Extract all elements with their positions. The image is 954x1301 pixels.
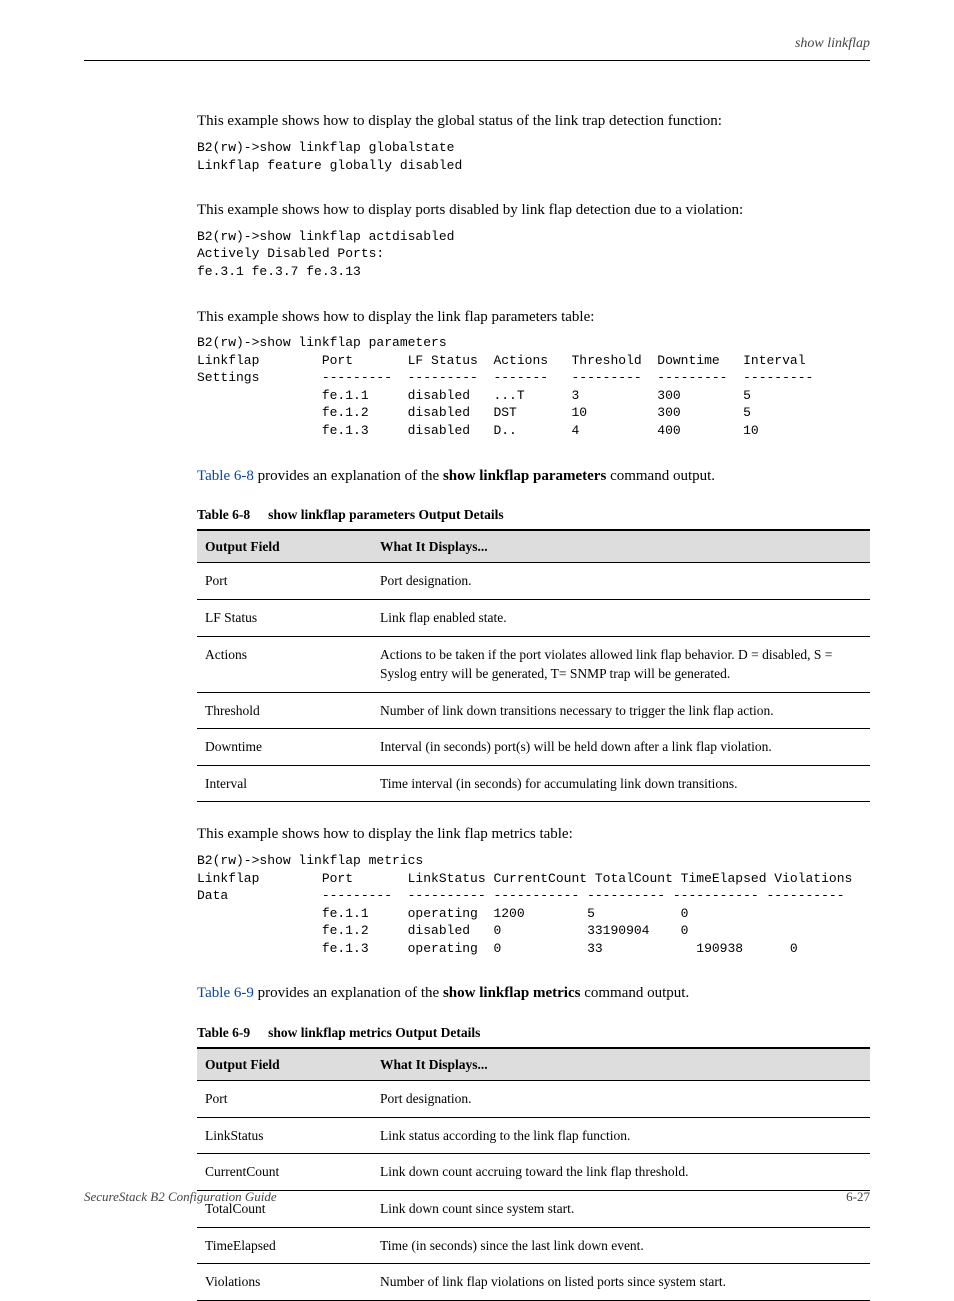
t2-r4-a: TimeElapsed bbox=[197, 1227, 372, 1264]
t1-col1-header: Output Field bbox=[197, 530, 372, 563]
table-row: LF StatusLink flap enabled state. bbox=[197, 600, 870, 637]
bold-cmd-parameters: show linkflap parameters bbox=[443, 468, 606, 484]
parameters-table: Output Field What It Displays... PortPor… bbox=[197, 529, 870, 803]
table-row: CurrentCountLink down count accruing tow… bbox=[197, 1154, 870, 1191]
code-parameters: B2(rw)->show linkflap parameters Linkfla… bbox=[197, 334, 870, 439]
t2-r1-b: Link status according to the link flap f… bbox=[372, 1117, 870, 1154]
footer-page-number: 6-27 bbox=[846, 1188, 870, 1207]
intro-global-status: This example shows how to display the gl… bbox=[197, 111, 870, 133]
t2-r2-b: Link down count accruing toward the link… bbox=[372, 1154, 870, 1191]
t2-r0-a: Port bbox=[197, 1081, 372, 1118]
text-p6b: provides an explanation of the bbox=[254, 985, 443, 1001]
table-6-8-title: Table 6-8 show linkflap parameters Output… bbox=[197, 505, 870, 525]
code-global-status: B2(rw)->show linkflap globalstate Linkfl… bbox=[197, 139, 870, 174]
table-row: PortPort designation. bbox=[197, 563, 870, 600]
link-table-6-9[interactable]: Table 6-9 bbox=[197, 985, 254, 1001]
t1-r0-b: Port designation. bbox=[372, 563, 870, 600]
t1-col2-header: What It Displays... bbox=[372, 530, 870, 563]
t2-r1-a: LinkStatus bbox=[197, 1117, 372, 1154]
table-6-8-titletext: show linkflap parameters Output Details bbox=[268, 507, 504, 522]
table-6-9-title: Table 6-9 show linkflap metrics Output De… bbox=[197, 1023, 870, 1043]
table-6-9: Table 6-9 show linkflap metrics Output De… bbox=[197, 1023, 870, 1301]
table-row: DowntimeInterval (in seconds) port(s) wi… bbox=[197, 729, 870, 766]
intro-metrics-table: This example shows how to display the li… bbox=[197, 824, 870, 846]
code-metrics: B2(rw)->show linkflap metrics Linkflap P… bbox=[197, 852, 870, 957]
t1-r5-a: Interval bbox=[197, 765, 372, 802]
text-p4d: command output. bbox=[606, 468, 715, 484]
link-table-6-8[interactable]: Table 6-8 bbox=[197, 468, 254, 484]
text-p6d: command output. bbox=[580, 985, 689, 1001]
table-row: ActionsActions to be taken if the port v… bbox=[197, 636, 870, 692]
t1-r4-b: Interval (in seconds) port(s) will be he… bbox=[372, 729, 870, 766]
table-row: PortPort designation. bbox=[197, 1081, 870, 1118]
t2-col1-header: Output Field bbox=[197, 1048, 372, 1081]
t2-col2-header: What It Displays... bbox=[372, 1048, 870, 1081]
table-6-9-number: Table 6-9 bbox=[197, 1025, 250, 1040]
t1-r5-b: Time interval (in seconds) for accumulat… bbox=[372, 765, 870, 802]
t2-r4-b: Time (in seconds) since the last link do… bbox=[372, 1227, 870, 1264]
t2-r5-a: Violations bbox=[197, 1264, 372, 1301]
table-row: ViolationsNumber of link flap violations… bbox=[197, 1264, 870, 1301]
text-p4b: provides an explanation of the bbox=[254, 468, 443, 484]
t1-r2-a: Actions bbox=[197, 636, 372, 692]
page-footer: SecureStack B2 Configuration Guide 6-27 bbox=[84, 1188, 870, 1207]
table-6-8-number: Table 6-8 bbox=[197, 507, 250, 522]
code-disabled-ports: B2(rw)->show linkflap actdisabled Active… bbox=[197, 228, 870, 281]
t1-r3-a: Threshold bbox=[197, 692, 372, 729]
table-6-8: Table 6-8 show linkflap parameters Output… bbox=[197, 505, 870, 802]
table-row: IntervalTime interval (in seconds) for a… bbox=[197, 765, 870, 802]
header-section: show linkflap bbox=[795, 36, 870, 51]
caption-metrics: Table 6-9 provides an explanation of the… bbox=[197, 983, 870, 1005]
t1-r2-b: Actions to be taken if the port violates… bbox=[372, 636, 870, 692]
metrics-table: Output Field What It Displays... PortPor… bbox=[197, 1047, 870, 1301]
table-row: TimeElapsedTime (in seconds) since the l… bbox=[197, 1227, 870, 1264]
footer-title: SecureStack B2 Configuration Guide bbox=[84, 1188, 277, 1207]
t1-r4-a: Downtime bbox=[197, 729, 372, 766]
main-content: This example shows how to display the gl… bbox=[84, 111, 870, 1300]
bold-cmd-metrics: show linkflap metrics bbox=[443, 985, 581, 1001]
t1-r1-b: Link flap enabled state. bbox=[372, 600, 870, 637]
intro-disabled-ports: This example shows how to display ports … bbox=[197, 200, 870, 222]
page-header: show linkflap bbox=[84, 34, 870, 61]
caption-parameters: Table 6-8 provides an explanation of the… bbox=[197, 466, 870, 488]
t1-r1-a: LF Status bbox=[197, 600, 372, 637]
t1-r0-a: Port bbox=[197, 563, 372, 600]
table-6-9-titletext: show linkflap metrics Output Details bbox=[268, 1025, 480, 1040]
table-row: LinkStatusLink status according to the l… bbox=[197, 1117, 870, 1154]
t2-r2-a: CurrentCount bbox=[197, 1154, 372, 1191]
t2-r5-b: Number of link flap violations on listed… bbox=[372, 1264, 870, 1301]
intro-parameters-table: This example shows how to display the li… bbox=[197, 307, 870, 329]
t2-r0-b: Port designation. bbox=[372, 1081, 870, 1118]
t1-r3-b: Number of link down transitions necessar… bbox=[372, 692, 870, 729]
table-row: ThresholdNumber of link down transitions… bbox=[197, 692, 870, 729]
